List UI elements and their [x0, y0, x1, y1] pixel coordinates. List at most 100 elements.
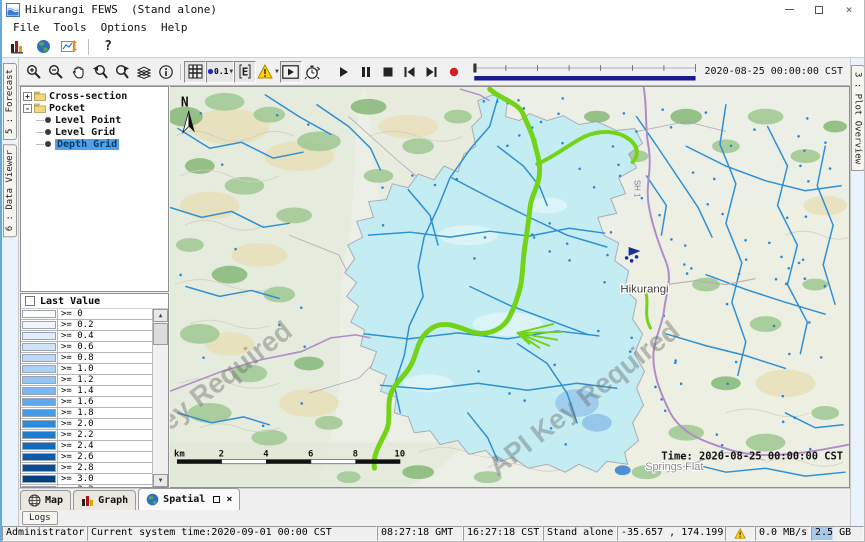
legend-row[interactable]: >= 2.8 [21, 463, 152, 474]
pause-button[interactable] [355, 61, 377, 83]
tree-item-cross-section[interactable]: + Cross-section [23, 90, 166, 102]
timeline-thumb[interactable] [473, 63, 476, 72]
tab-close-icon[interactable]: × [226, 494, 232, 505]
status-memory[interactable]: 2.5 GB [811, 526, 864, 541]
svg-text:km: km [174, 449, 185, 459]
legend-row[interactable]: >= 1.6 [21, 397, 152, 408]
tab-graph[interactable]: Graph [73, 490, 136, 510]
pan-button[interactable] [67, 61, 89, 83]
shortcut-tab-forecast[interactable]: 5 : Forecast [3, 63, 17, 140]
legend-label: >= 1.2 [58, 375, 152, 385]
legend-swatch [21, 408, 58, 418]
menu-item-tools[interactable]: Tools [48, 21, 93, 34]
tree-item-depth-grid[interactable]: Depth Grid [23, 138, 166, 150]
tree-item-label: Pocket [49, 103, 85, 114]
tree-item-level-grid[interactable]: Level Grid [23, 126, 166, 138]
stop-icon [383, 67, 393, 77]
tab-maximize-icon[interactable] [213, 496, 220, 503]
svg-text:N: N [181, 96, 189, 111]
minimize-button[interactable] [774, 0, 804, 19]
help-button[interactable]: ? [98, 37, 118, 56]
svg-text:8: 8 [353, 449, 358, 459]
legend-row[interactable]: >= 2.2 [21, 430, 152, 441]
bar-chart-icon [81, 495, 94, 507]
tree-item-pocket[interactable]: - Pocket [23, 102, 166, 114]
legend-row[interactable]: >= 0.6 [21, 342, 152, 353]
zoom-previous-button[interactable] [89, 61, 111, 83]
legend-row[interactable]: >= 1.4 [21, 386, 152, 397]
legend-label: >= 2.4 [58, 441, 152, 451]
thresholds-button[interactable]: ▼ [256, 61, 280, 83]
threshold-dropdown[interactable]: 0.1 ▼ [206, 61, 234, 83]
scrollbar-thumb[interactable] [153, 323, 168, 345]
animation-button[interactable] [280, 61, 302, 83]
title-bar: Hikurangi FEWS (Stand alone) × [2, 0, 864, 19]
last-value-checkbox[interactable] [25, 296, 35, 306]
legend-row[interactable]: >= 1.8 [21, 408, 152, 419]
explorer-button[interactable] [7, 37, 27, 56]
legend-swatch [21, 353, 58, 363]
legend-row[interactable]: >= 2.6 [21, 452, 152, 463]
shortcut-tab-plot-overview[interactable]: 3 : Plot Overview [851, 65, 865, 171]
timeline-slider[interactable] [472, 61, 698, 83]
play-button[interactable] [333, 61, 355, 83]
legend-row[interactable]: >= 0.4 [21, 331, 152, 342]
layer-bullet-icon [45, 141, 51, 147]
grid-toggle-button[interactable] [184, 61, 206, 83]
scroll-down-icon[interactable]: ▼ [153, 474, 168, 487]
collapse-icon[interactable]: - [23, 104, 32, 113]
legend-scrollbar[interactable]: ▲ ▼ [153, 309, 168, 487]
chevron-down-icon: ▼ [275, 68, 279, 75]
status-system-time: Current system time:2020-09-01 00:00 CST [87, 526, 377, 541]
expand-icon[interactable]: + [23, 92, 32, 101]
last-frame-button[interactable] [421, 61, 443, 83]
tab-spatial[interactable]: Spatial × [138, 488, 240, 510]
zoom-out-button[interactable] [45, 61, 67, 83]
legend-label: >= 2.0 [58, 419, 152, 429]
legend-row[interactable]: >= 3.0 [21, 474, 152, 485]
toolbar-separator [180, 64, 181, 80]
spatial-display-button[interactable] [59, 37, 79, 56]
zoom-in-button[interactable] [23, 61, 45, 83]
tree-item-level-point[interactable]: Level Point [23, 114, 166, 126]
stop-button[interactable] [377, 61, 399, 83]
tab-map[interactable]: Map [20, 490, 71, 510]
labels-toggle-button[interactable]: E [234, 61, 256, 83]
first-frame-button[interactable] [399, 61, 421, 83]
legend-row[interactable]: >= 2.0 [21, 419, 152, 430]
scroll-up-icon[interactable]: ▲ [153, 309, 168, 322]
layer-tree: + Cross-section - Pocket Level Point [20, 86, 169, 292]
legend-row[interactable]: >= 0.2 [21, 320, 152, 331]
status-warning-cell[interactable] [725, 526, 755, 541]
map-canvas[interactable]: API Key Required API Key Required N km [170, 86, 850, 488]
legend-row[interactable]: >= 0.8 [21, 353, 152, 364]
logs-button[interactable]: Logs [22, 511, 58, 525]
maximize-button[interactable] [804, 0, 834, 19]
legend-swatch [21, 452, 58, 462]
layers-button[interactable] [133, 61, 155, 83]
legend-row[interactable]: >= 0 [21, 309, 152, 320]
zoom-next-button[interactable] [111, 61, 133, 83]
window-title: Hikurangi FEWS (Stand alone) [25, 3, 217, 16]
legend-row[interactable]: >= 1.2 [21, 375, 152, 386]
legend-row[interactable]: >= 3.2 [21, 485, 152, 487]
globe-icon [36, 39, 51, 54]
legend-swatch [21, 463, 58, 473]
info-button[interactable] [155, 61, 177, 83]
legend-row[interactable]: >= 1.0 [21, 364, 152, 375]
map-display-button[interactable] [33, 37, 53, 56]
timeline-datetime: 2020-08-25 00:00:00 CST [705, 66, 843, 77]
menu-item-file[interactable]: File [7, 21, 46, 34]
legend-swatch [21, 309, 58, 319]
menu-item-help[interactable]: Help [155, 21, 194, 34]
menu-item-options[interactable]: Options [95, 21, 153, 34]
timer-export-button[interactable] [302, 61, 324, 83]
shortcut-tab-data-viewer[interactable]: 6 : Data Viewer [3, 144, 17, 237]
record-button[interactable] [443, 61, 465, 83]
legend-row[interactable]: >= 2.4 [21, 441, 152, 452]
map-label-springs-flat: Springs Flat [645, 461, 703, 473]
legend-label: >= 1.4 [58, 386, 152, 396]
left-shortcut-strip: 5 : Forecast 6 : Data Viewer [2, 58, 19, 526]
close-button[interactable]: × [834, 0, 864, 19]
right-shortcut-strip: 3 : Plot Overview [850, 58, 864, 526]
